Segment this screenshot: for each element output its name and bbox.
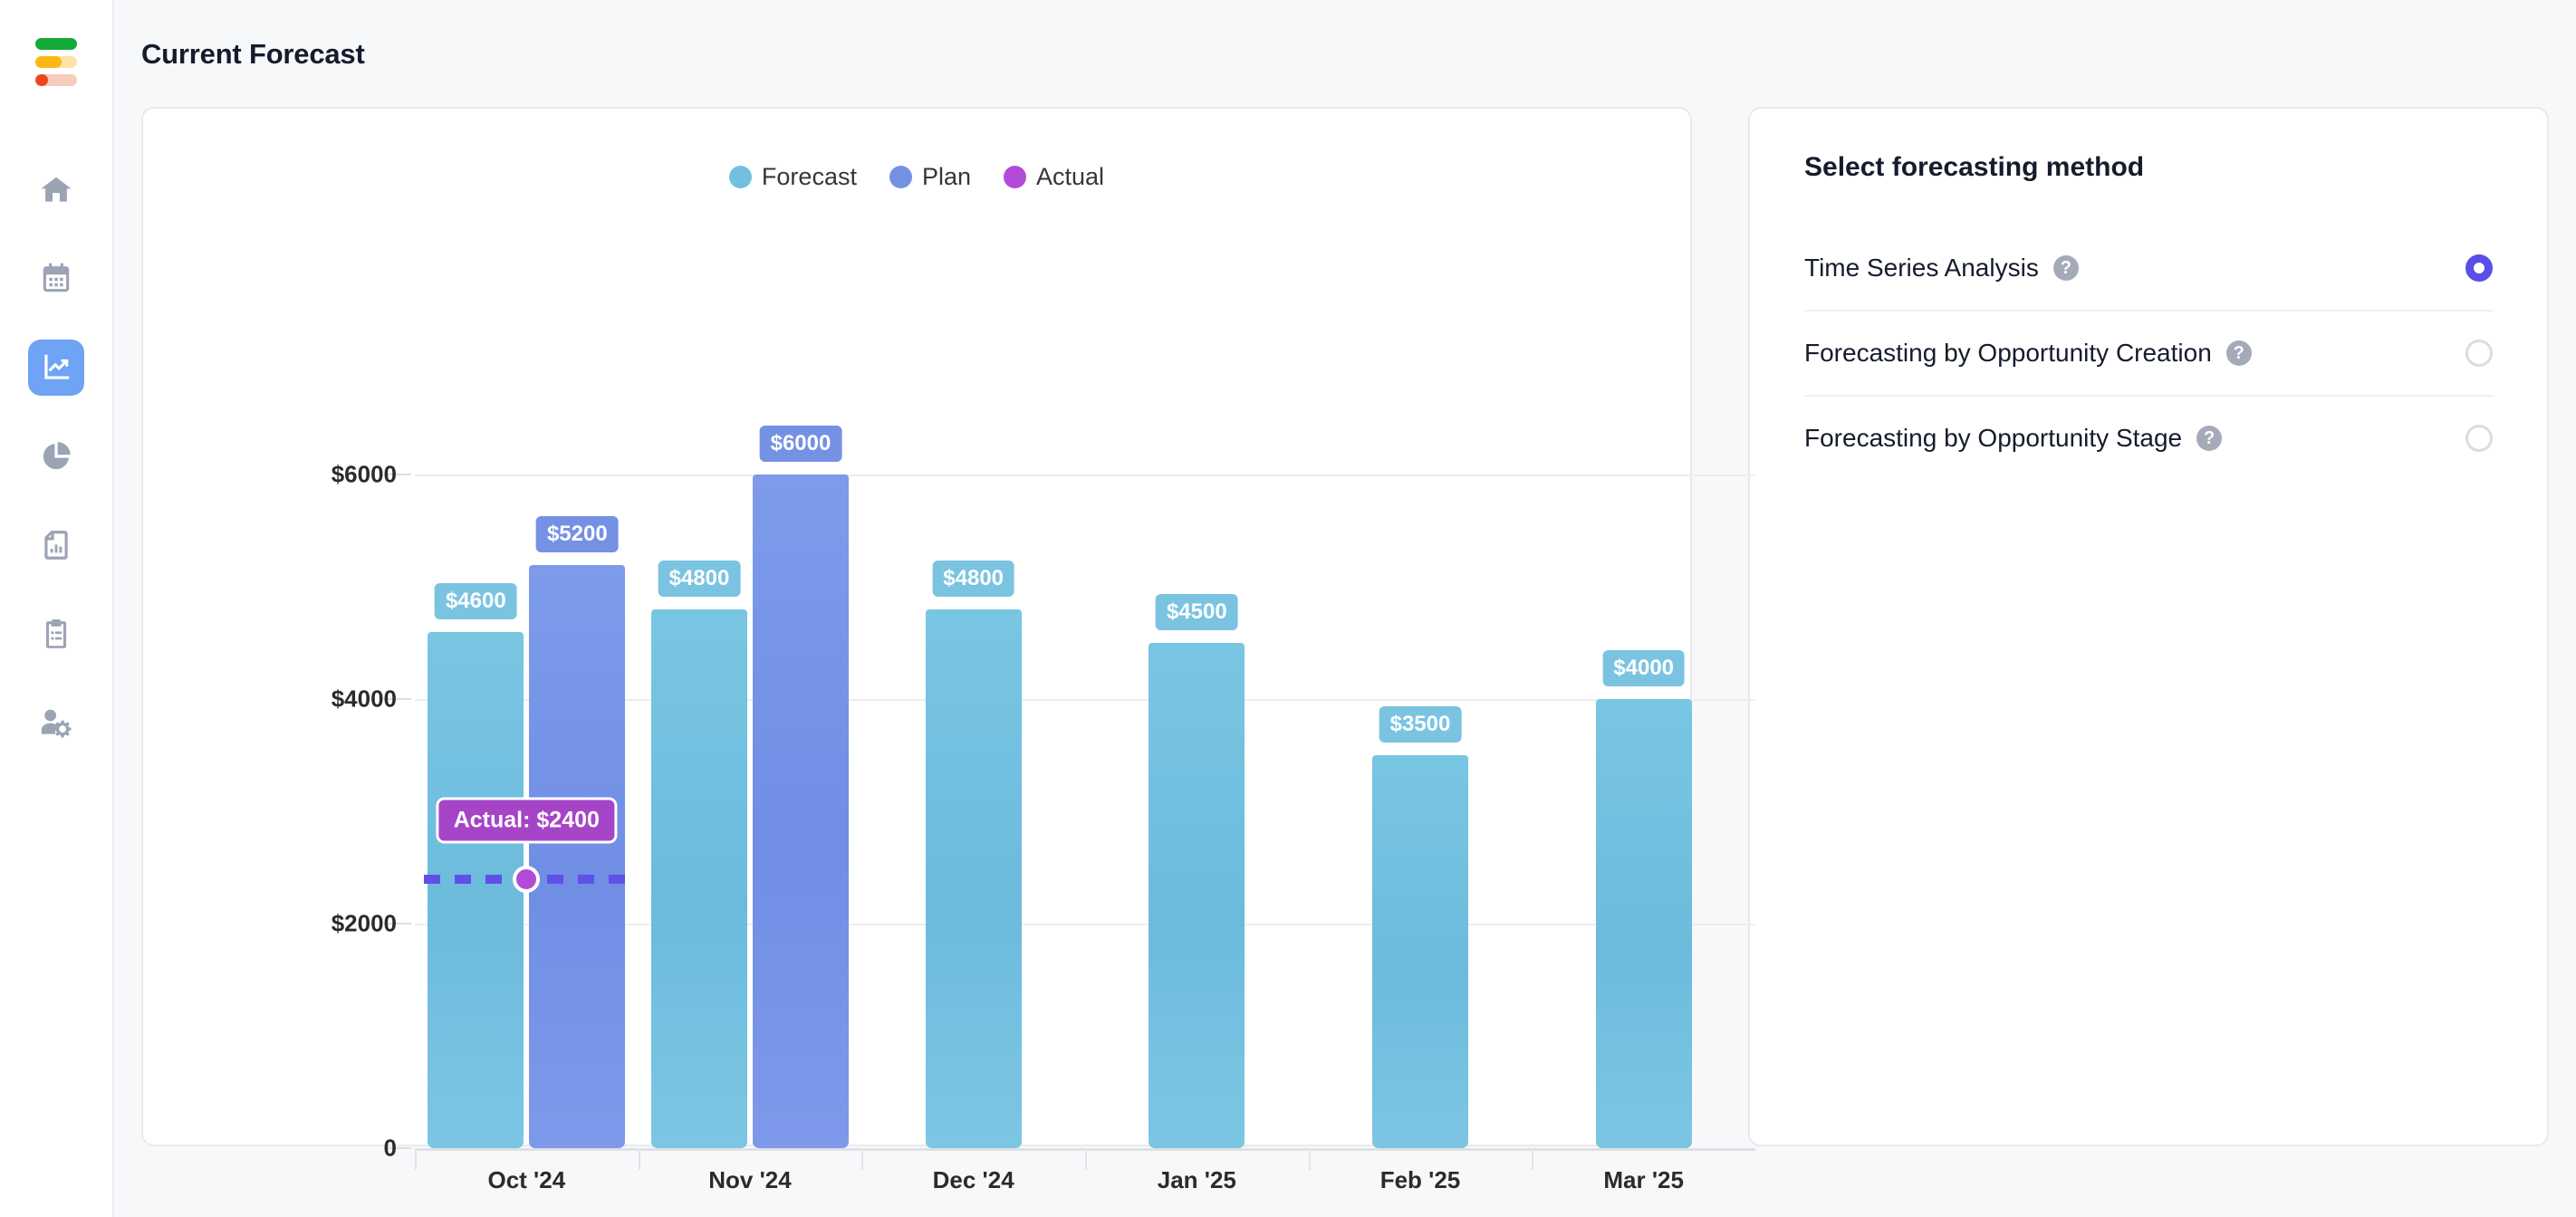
logo-bar-red <box>35 74 77 86</box>
sidebar-item-analytics[interactable] <box>28 428 84 484</box>
chart-x-tick <box>1532 1148 1534 1170</box>
bar-forecast[interactable]: $4800 <box>925 561 1022 1148</box>
bar-forecast[interactable]: $3500 <box>1371 706 1468 1148</box>
radio-opportunity-creation[interactable] <box>2465 340 2493 367</box>
bar-forecast[interactable]: $4000 <box>1595 650 1692 1148</box>
chart-y-axis-label: $6000 <box>331 460 397 488</box>
method-option-label: Time Series Analysis <box>1804 254 2039 282</box>
bar-forecast[interactable]: $4500 <box>1149 594 1245 1148</box>
method-option-left: Forecasting by Opportunity Stage ? <box>1804 424 2223 453</box>
chart-bar-group: $4800 $6000 <box>639 426 862 1148</box>
chart-gridline <box>415 474 1755 477</box>
sidebar-nav <box>28 162 84 751</box>
method-option-opportunity-creation[interactable]: Forecasting by Opportunity Creation ? <box>1804 310 2493 395</box>
chart-plot-inner: $6000 $4000 $2000 0 $4600 $5200 $4800 $6000 $480… <box>332 407 1755 1170</box>
chart-plot-area: $6000 $4000 $2000 0 $4600 $5200 $4800 $6000 $480… <box>143 109 1755 1193</box>
actual-data-point[interactable] <box>513 865 541 893</box>
main-area: Current Forecast Forecast Plan Actual $6… <box>114 0 2576 1217</box>
sidebar-item-admin[interactable] <box>28 695 84 751</box>
chart-y-axis-label: $4000 <box>331 685 397 713</box>
actual-tooltip: Actual: $2400 <box>436 797 617 844</box>
chart-plot: $6000 $4000 $2000 0 $4600 $5200 $4800 $6000 $480… <box>332 407 1755 1170</box>
method-option-left: Forecasting by Opportunity Creation ? <box>1804 339 2252 368</box>
chart-x-tick <box>638 1148 640 1170</box>
bar-value-label: $6000 <box>759 426 842 463</box>
sidebar-item-reports[interactable] <box>28 517 84 573</box>
sidebar-item-home[interactable] <box>28 162 84 218</box>
sidebar-item-forecast[interactable] <box>28 340 84 396</box>
app-root: Current Forecast Forecast Plan Actual $6… <box>0 0 2576 1217</box>
bar-plan[interactable]: $6000 <box>752 426 849 1148</box>
chart-x-axis-label: Mar '25 <box>1603 1166 1684 1193</box>
content-row: Forecast Plan Actual $6000 $4000 $2000 0 $46… <box>114 71 2576 1217</box>
help-icon[interactable]: ? <box>2225 340 2252 366</box>
bar-forecast[interactable]: $4800 <box>650 561 747 1148</box>
method-option-left: Time Series Analysis ? <box>1804 254 2079 283</box>
chart-x-tick <box>861 1148 864 1170</box>
method-option-label: Forecasting by Opportunity Stage <box>1804 424 2183 452</box>
line-chart-icon <box>44 354 70 379</box>
method-option-time-series[interactable]: Time Series Analysis ? <box>1804 226 2493 310</box>
clipboard-list-icon <box>45 619 67 648</box>
chart-x-axis-label: Oct '24 <box>487 1166 566 1193</box>
method-panel-title: Select forecasting method <box>1804 152 2145 182</box>
pie-chart-icon <box>43 442 71 470</box>
chart-bar-group: $4800 <box>861 561 1085 1148</box>
chart-x-axis-label: Dec '24 <box>932 1166 1014 1193</box>
sidebar <box>0 0 114 1217</box>
bar-value-label: $4600 <box>434 582 517 619</box>
help-icon[interactable]: ? <box>2052 255 2079 281</box>
chart-bar-group: $4000 <box>1532 650 1755 1148</box>
logo-bar-yellow <box>35 56 77 68</box>
chart-y-axis-label: $2000 <box>331 909 397 937</box>
chart-bar-group: $4500 <box>1085 594 1309 1148</box>
bar-value-label: $3500 <box>1379 706 1462 743</box>
method-option-label: Forecasting by Opportunity Creation <box>1804 339 2212 367</box>
user-settings-icon <box>41 709 72 738</box>
calendar-icon <box>43 263 70 292</box>
sidebar-item-calendar[interactable] <box>28 251 84 307</box>
bar-plan[interactable]: $5200 <box>529 515 626 1148</box>
method-option-opportunity-stage[interactable]: Forecasting by Opportunity Stage ? <box>1804 395 2493 480</box>
app-logo[interactable] <box>34 38 78 86</box>
chart-x-axis-label: Feb '25 <box>1379 1166 1461 1193</box>
chart-x-axis-label: Jan '25 <box>1157 1166 1236 1193</box>
bar-value-label: $4000 <box>1602 650 1686 687</box>
home-icon <box>41 177 72 202</box>
bar-forecast[interactable]: $4600 <box>428 582 524 1148</box>
chart-x-axis-label: Nov '24 <box>708 1166 792 1193</box>
bar-value-label: $4800 <box>658 561 741 598</box>
bar-value-label: $4800 <box>932 561 1015 598</box>
bar-value-label: $5200 <box>535 515 619 552</box>
chart-bar-group: $4600 $5200 <box>415 515 639 1148</box>
logo-bar-green <box>35 38 77 50</box>
radio-opportunity-stage[interactable] <box>2465 425 2493 452</box>
help-icon[interactable]: ? <box>2196 426 2223 451</box>
forecast-chart-card: Forecast Plan Actual $6000 $4000 $2000 0 $46… <box>141 107 1755 1193</box>
chart-x-tick <box>1085 1148 1087 1170</box>
sidebar-item-tasks[interactable] <box>28 606 84 662</box>
bar-value-label: $4500 <box>1155 594 1238 631</box>
chart-x-tick <box>415 1148 417 1170</box>
chart-x-tick <box>1308 1148 1311 1170</box>
forecast-method-card: Select forecasting method Time Series An… <box>1748 107 2549 1146</box>
chart-y-axis-label: 0 <box>383 1134 397 1162</box>
radio-time-series[interactable] <box>2465 254 2493 282</box>
chart-bar-group: $3500 <box>1309 706 1533 1148</box>
report-document-icon <box>44 531 68 560</box>
page-title: Current Forecast <box>141 38 365 70</box>
